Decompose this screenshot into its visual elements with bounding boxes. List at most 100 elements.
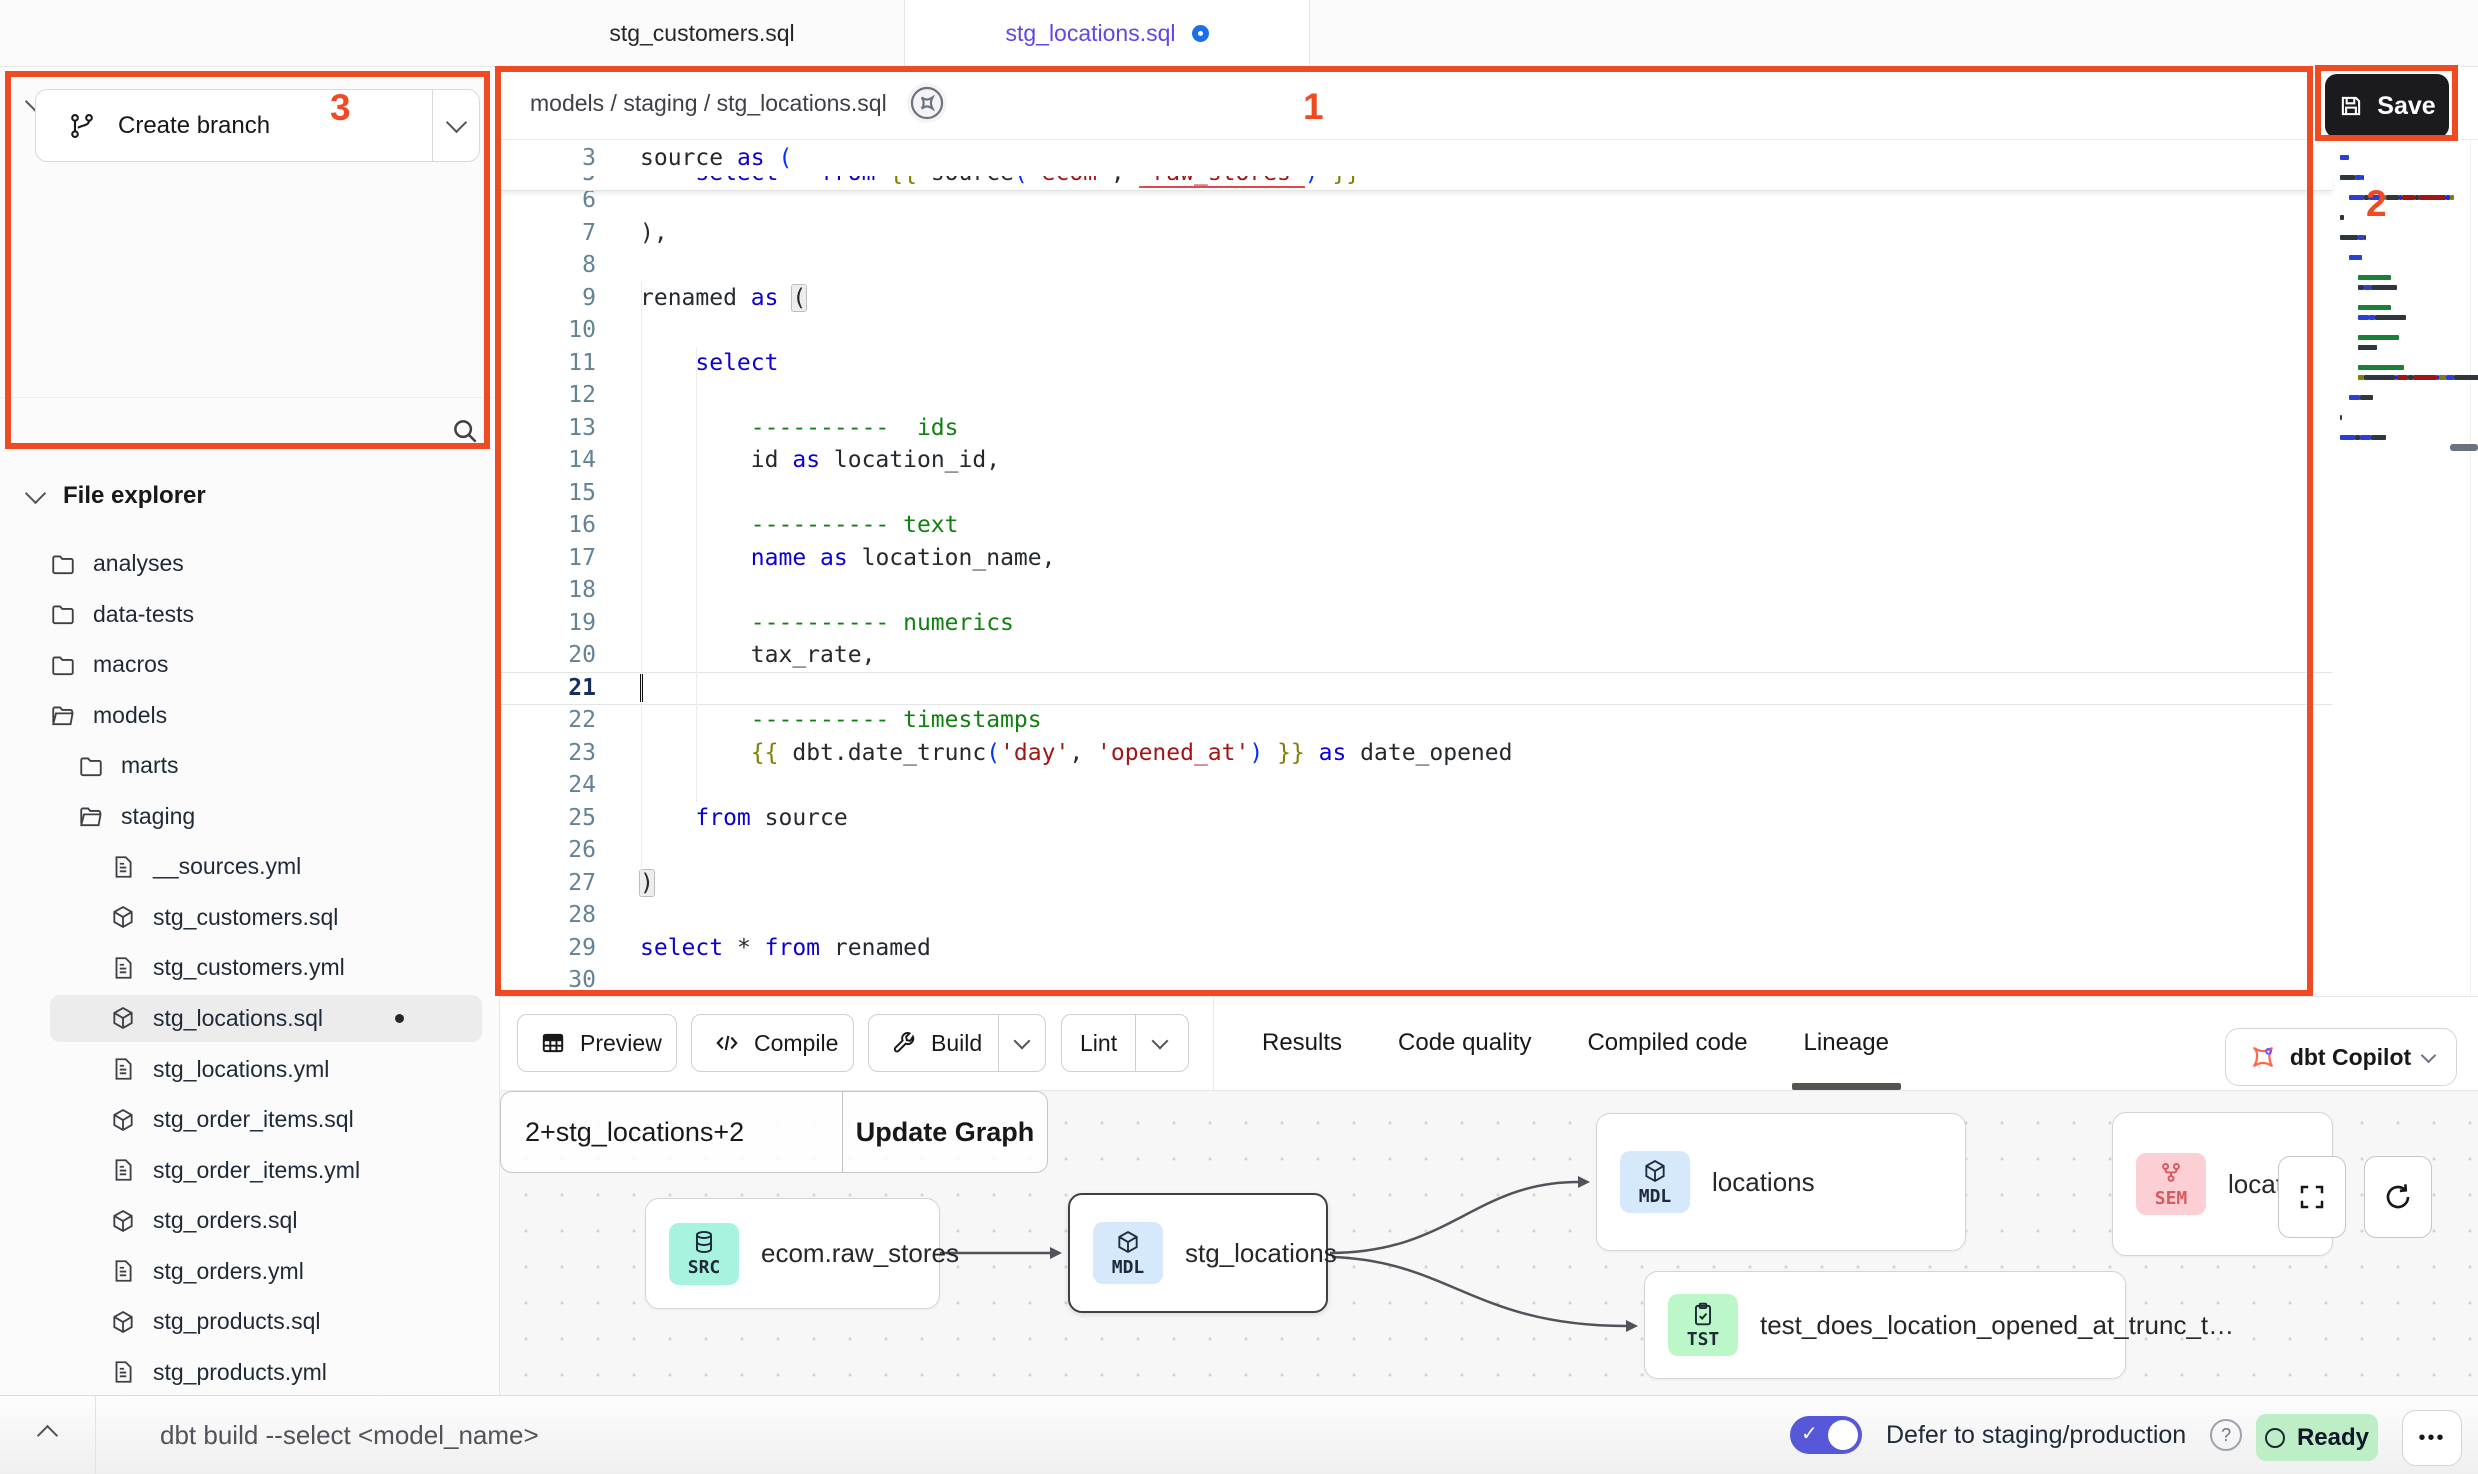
lineage-canvas[interactable]: SRCecom.raw_storesMDLstg_locationsMDLloc… — [500, 1090, 2478, 1395]
file-item-stg_customers.yml[interactable]: stg_customers.yml — [50, 944, 482, 991]
lint-button[interactable]: Lint — [1061, 1014, 1189, 1072]
lint-dropdown[interactable] — [1135, 1015, 1184, 1071]
file-item-stg_products.yml[interactable]: stg_products.yml — [50, 1349, 482, 1396]
search-icon[interactable] — [450, 416, 480, 446]
folder-item-macros[interactable]: macros — [50, 641, 482, 688]
code-line-25[interactable]: 25from source — [500, 802, 2332, 835]
code-line-24[interactable]: 24 — [500, 769, 2332, 802]
collapse-chevron-icon — [25, 482, 46, 503]
item-label: stg_locations.yml — [153, 1056, 329, 1083]
file-item-stg_locations.yml[interactable]: stg_locations.yml — [50, 1046, 482, 1093]
folder-item-staging[interactable]: staging — [50, 793, 482, 840]
code-line-21[interactable]: 21 — [500, 672, 2332, 705]
compile-button[interactable]: Compile — [691, 1014, 854, 1072]
indent-guide — [641, 282, 642, 887]
line-number: 19 — [500, 607, 596, 640]
code-line-10[interactable]: 10 — [500, 314, 2332, 347]
dbt-docs-icon[interactable] — [907, 83, 947, 123]
model-icon — [110, 904, 136, 930]
fullscreen-button[interactable] — [2278, 1156, 2346, 1238]
cube-icon — [1115, 1229, 1141, 1255]
code-line-23[interactable]: 23{{ dbt.date_trunc('day', 'opened_at') … — [500, 737, 2332, 770]
tab-label: stg_locations.sql — [1005, 20, 1175, 47]
file-item-stg_order_items.yml[interactable]: stg_order_items.yml — [50, 1147, 482, 1194]
save-icon — [2338, 93, 2364, 119]
section-divider — [0, 397, 499, 398]
expand-console-button[interactable] — [0, 1396, 96, 1474]
code-line-19[interactable]: 19---------- numerics — [500, 607, 2332, 640]
lineage-node-mdl[interactable]: MDLstg_locations — [1068, 1193, 1328, 1313]
lineage-node-tst[interactable]: TSTtest_does_location_opened_at_trunc_t… — [1644, 1271, 2126, 1379]
code-line-14[interactable]: 14id as location_id, — [500, 444, 2332, 477]
command-input[interactable]: dbt build --select <model_name> — [160, 1396, 539, 1474]
line-number: 20 — [500, 639, 596, 672]
code-line-28[interactable]: 28 — [500, 899, 2332, 932]
code-line-9[interactable]: 9renamed as ( — [500, 282, 2332, 315]
defer-control: ✓ Defer to staging/production ? — [1790, 1396, 2242, 1474]
lineage-node-mdl2[interactable]: MDLlocations — [1596, 1113, 1966, 1251]
dbt-copilot-button[interactable]: dbt Copilot — [2225, 1028, 2457, 1086]
file-item-__sources.yml[interactable]: __sources.yml — [50, 843, 482, 890]
results-tab-results[interactable]: Results — [1262, 996, 1342, 1090]
node-label: stg_locations — [1185, 1238, 1337, 1269]
refresh-button[interactable] — [2364, 1156, 2432, 1238]
code-line-22[interactable]: 22---------- timestamps — [500, 704, 2332, 737]
item-label: stg_products.yml — [153, 1359, 327, 1386]
file-item-stg_locations.sql[interactable]: stg_locations.sql — [50, 995, 482, 1042]
code-line-17[interactable]: 17name as location_name, — [500, 542, 2332, 575]
code-line-7[interactable]: 7), — [500, 217, 2332, 250]
code-line-8[interactable]: 8 — [500, 249, 2332, 282]
code-line-20[interactable]: 20tax_rate, — [500, 639, 2332, 672]
results-tab-lineage[interactable]: Lineage — [1804, 996, 1889, 1090]
file-item-stg_orders.sql[interactable]: stg_orders.sql — [50, 1197, 482, 1244]
more-options-button[interactable]: ••• — [2402, 1410, 2462, 1466]
code-line-11[interactable]: 11select — [500, 347, 2332, 380]
editor-tab-bar: stg_customers.sql stg_locations.sql — [500, 0, 1310, 66]
line-number: 9 — [500, 282, 596, 315]
node-label: test_does_location_opened_at_trunc_t… — [1760, 1310, 2234, 1341]
folder-item-models[interactable]: models — [50, 692, 482, 739]
line-number: 23 — [500, 737, 596, 770]
line-number: 28 — [500, 899, 596, 932]
code-line-27[interactable]: 27) — [500, 867, 2332, 900]
code-line-29[interactable]: 29select * from renamed — [500, 932, 2332, 965]
folder-item-data-tests[interactable]: data-tests — [50, 591, 482, 638]
folder-item-analyses[interactable]: analyses — [50, 540, 482, 587]
results-tab-code-quality[interactable]: Code quality — [1398, 996, 1531, 1090]
badge-label: TST — [1687, 1329, 1720, 1350]
build-button[interactable]: Build — [868, 1014, 1046, 1072]
code-line-30[interactable]: 30 — [500, 964, 2332, 996]
dbt-copilot-label: dbt Copilot — [2290, 1044, 2411, 1071]
code-line-26[interactable]: 26 — [500, 834, 2332, 867]
defer-toggle[interactable]: ✓ — [1790, 1416, 1862, 1454]
file-item-stg_orders.yml[interactable]: stg_orders.yml — [50, 1248, 482, 1295]
unsaved-dot-icon — [395, 1014, 404, 1023]
file-item-stg_products.sql[interactable]: stg_products.sql — [50, 1298, 482, 1345]
code-line-12[interactable]: 12 — [500, 379, 2332, 412]
mdl-badge: MDL — [1093, 1222, 1163, 1284]
editor-tab[interactable]: stg_customers.sql — [500, 0, 905, 66]
build-dropdown[interactable] — [998, 1015, 1045, 1071]
file-explorer-header[interactable]: File explorer — [28, 482, 206, 510]
code-line-16[interactable]: 16---------- text — [500, 509, 2332, 542]
code-editor[interactable]: 67),89renamed as (1011select1213--------… — [500, 140, 2338, 996]
save-button[interactable]: Save — [2325, 74, 2449, 138]
item-label: staging — [121, 803, 195, 830]
lineage-node-src[interactable]: SRCecom.raw_stores — [645, 1198, 940, 1309]
item-label: stg_order_items.sql — [153, 1106, 354, 1133]
results-tab-compiled-code[interactable]: Compiled code — [1587, 996, 1747, 1090]
line-number: 30 — [500, 964, 596, 996]
create-branch-button[interactable]: Create branch — [35, 89, 480, 162]
help-icon[interactable]: ? — [2210, 1419, 2242, 1451]
code-line-18[interactable]: 18 — [500, 574, 2332, 607]
code-line-15[interactable]: 15 — [500, 477, 2332, 510]
code-line-13[interactable]: 13---------- ids — [500, 412, 2332, 445]
folder-item-marts[interactable]: marts — [50, 742, 482, 789]
preview-label: Preview — [580, 1030, 662, 1057]
preview-button[interactable]: Preview — [517, 1014, 677, 1072]
file-item-stg_order_items.sql[interactable]: stg_order_items.sql — [50, 1096, 482, 1143]
create-branch-dropdown[interactable] — [432, 90, 479, 161]
editor-tab[interactable]: stg_locations.sql — [905, 0, 1310, 67]
minimap[interactable] — [2340, 152, 2472, 462]
file-item-stg_customers.sql[interactable]: stg_customers.sql — [50, 894, 482, 941]
